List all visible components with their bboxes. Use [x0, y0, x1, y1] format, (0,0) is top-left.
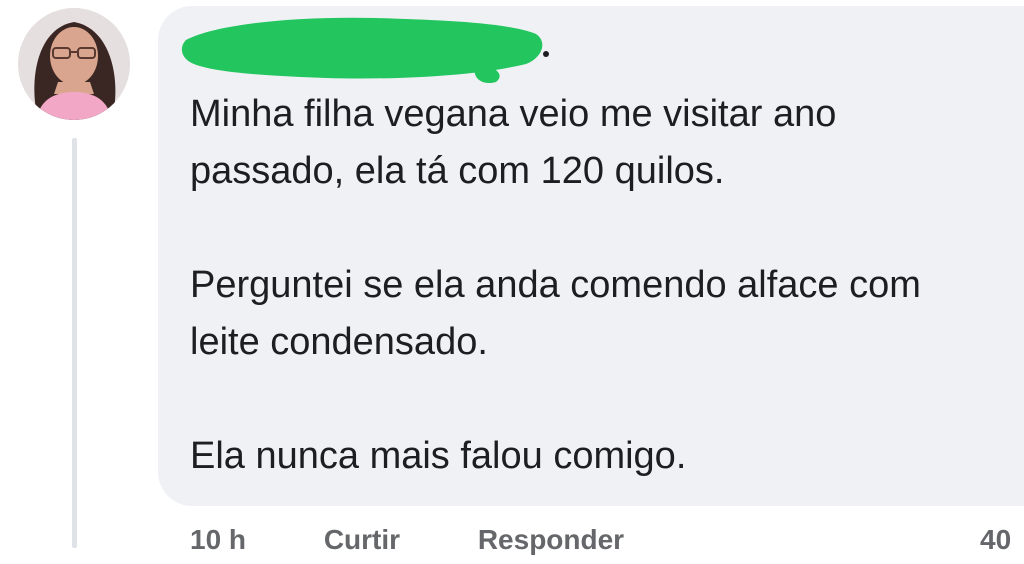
reply-button[interactable]: Responder [478, 524, 624, 556]
reactions-count[interactable]: 40 [980, 524, 1011, 556]
comment-text: Minha filha vegana veio me visitar ano p… [190, 93, 921, 477]
thread-line [72, 138, 77, 548]
comment-actions: 10 h Curtir Responder 40 [190, 524, 1024, 564]
comment-time[interactable]: 10 h [190, 524, 246, 556]
avatar[interactable] [18, 8, 130, 120]
name-redaction-mark [181, 17, 549, 84]
avatar-photo [18, 8, 130, 120]
like-button[interactable]: Curtir [324, 524, 400, 556]
